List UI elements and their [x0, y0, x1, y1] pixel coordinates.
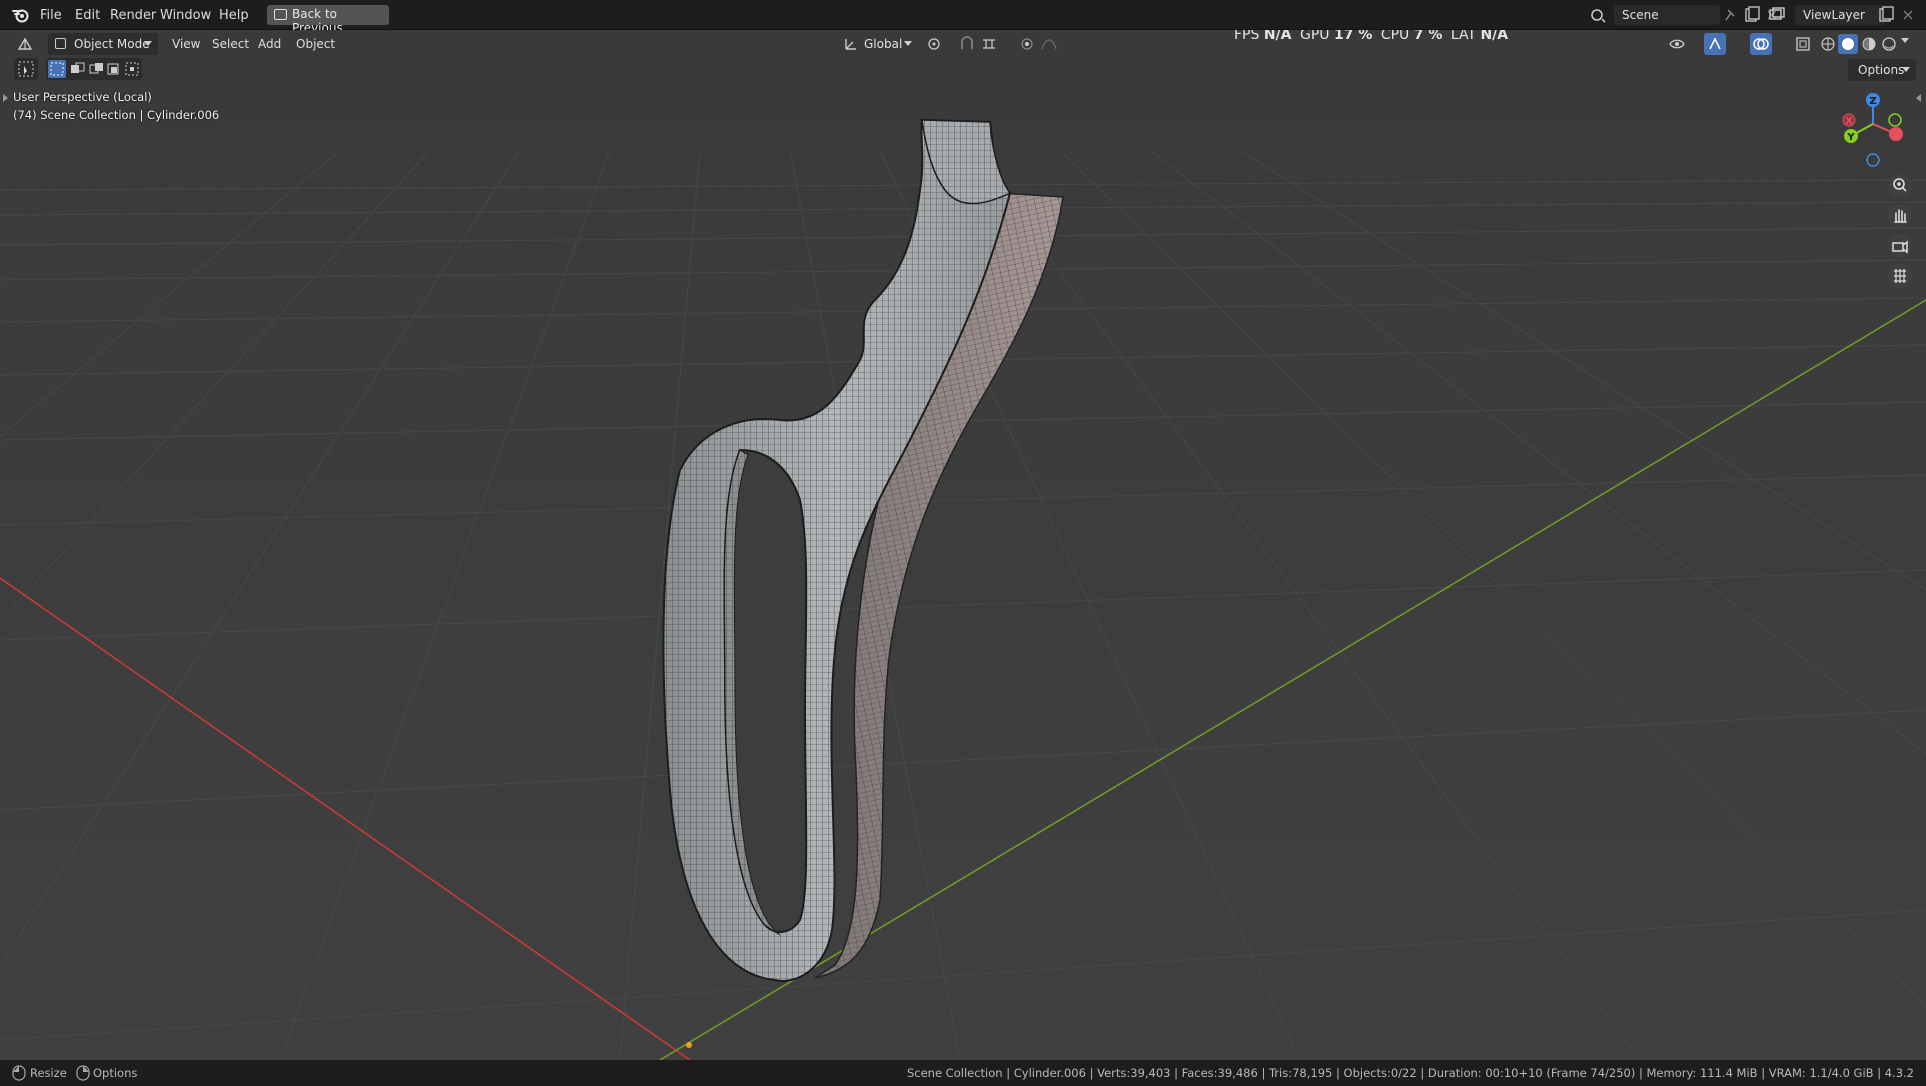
- gizmo-x-label: X: [1845, 116, 1853, 127]
- hand-icon: [1894, 209, 1907, 223]
- collection-info-text: (74) Scene Collection | Cylinder.006: [13, 108, 220, 122]
- editor-type-icon[interactable]: [16, 35, 34, 53]
- cpu-value: 7 %: [1413, 30, 1443, 43]
- view-name-text: User Perspective (Local): [13, 90, 152, 104]
- world-origin-marker: [686, 1042, 692, 1048]
- solid-shading-button[interactable]: [1838, 34, 1858, 54]
- extend-selection-icon[interactable]: [68, 60, 86, 78]
- lat-value: N/A: [1480, 30, 1509, 43]
- back-icon: [274, 9, 287, 20]
- scene-type-icon[interactable]: [1589, 6, 1607, 24]
- fps-label: FPS: [1234, 30, 1260, 43]
- orthographic-toggle-button[interactable]: [1888, 264, 1912, 288]
- mouse-right-icon: [76, 1065, 90, 1081]
- pin-icon[interactable]: [1722, 6, 1740, 24]
- top-menubar: File Edit Render Window Help Back to Pre…: [0, 0, 1926, 35]
- overlays-toggle-button[interactable]: [1750, 33, 1772, 55]
- 3d-viewport[interactable]: Object Mode View Select Add Object Globa…: [0, 30, 1926, 1060]
- fps-value: N/A: [1263, 30, 1292, 43]
- select-tool-button[interactable]: [14, 58, 38, 80]
- orientation-icon: [845, 39, 856, 50]
- new-viewlayer-icon[interactable]: [1877, 6, 1895, 24]
- shading-chevron-down-icon[interactable]: [1901, 38, 1909, 43]
- overlays-icon: [1753, 38, 1769, 50]
- status-hint-options: Options: [93, 1066, 138, 1080]
- set-new-selection-button[interactable]: [48, 60, 66, 78]
- solid-shading-icon: [1842, 38, 1854, 50]
- wireframe-shading-icon[interactable]: [1819, 35, 1837, 53]
- invert-selection-icon[interactable]: [105, 60, 123, 78]
- sidebar-expand-arrow-icon[interactable]: [1916, 94, 1921, 102]
- viewlayer-name-label: ViewLayer: [1803, 8, 1865, 22]
- snap-target-icon[interactable]: [980, 35, 998, 53]
- gizmo-icon: [1709, 37, 1721, 50]
- xray-icon[interactable]: [1794, 35, 1812, 53]
- grid-icon: [1894, 269, 1906, 283]
- back-to-previous-button[interactable]: Back to Previous: [267, 5, 389, 35]
- gizmo-z-neg-handle[interactable]: [1866, 153, 1880, 167]
- camera-icon: [1892, 240, 1908, 254]
- delete-viewlayer-icon[interactable]: [1899, 6, 1917, 24]
- gizmo-y-neg-handle[interactable]: [1888, 113, 1902, 127]
- pan-button[interactable]: [1888, 204, 1912, 228]
- transform-orientation-dropdown[interactable]: Global: [838, 33, 918, 55]
- object-mode-label: Object Mode: [74, 37, 150, 51]
- gizmo-toggle-button[interactable]: [1704, 33, 1726, 55]
- gizmo-z-label: Z: [1869, 96, 1876, 107]
- status-bar: Resize Options Scene Collection | Cylind…: [0, 1060, 1926, 1086]
- gpu-value: 17 %: [1333, 30, 1373, 43]
- chevron-down-icon: [904, 41, 912, 46]
- viewlayer-type-icon[interactable]: [1768, 6, 1786, 24]
- options-label: Options: [1858, 63, 1905, 77]
- scene-canvas: [0, 30, 1926, 1060]
- new-scene-icon[interactable]: [1743, 6, 1761, 24]
- falloff-icon[interactable]: [1040, 35, 1058, 53]
- toolbar-expand-arrow-icon[interactable]: [3, 94, 8, 102]
- blender-logo-icon[interactable]: [12, 7, 30, 23]
- status-hint-resize: Resize: [30, 1066, 67, 1080]
- navigation-gizmo[interactable]: Z X Y: [1835, 88, 1915, 168]
- viewlayer-name-field[interactable]: ViewLayer: [1795, 5, 1885, 25]
- scene-name-label: Scene: [1622, 8, 1659, 22]
- menu-edit[interactable]: Edit: [69, 6, 106, 25]
- perf-stats: FPS N/A GPU 17 % CPU 7 % LAT N/A: [1234, 30, 1508, 43]
- material-shading-icon[interactable]: [1860, 35, 1878, 53]
- mouse-left-icon: [12, 1065, 26, 1081]
- proportional-editing-icon[interactable]: [1018, 35, 1036, 53]
- menu-window[interactable]: Window: [154, 6, 217, 25]
- selection-mode-group: [46, 58, 142, 80]
- new-selection-icon: [50, 62, 64, 76]
- menu-select[interactable]: Select: [206, 35, 255, 53]
- menu-file[interactable]: File: [34, 6, 68, 25]
- scene-statistics: Scene Collection | Cylinder.006 | Verts:…: [906, 1066, 1914, 1080]
- rendered-shading-icon[interactable]: [1880, 35, 1898, 53]
- gizmo-y-label: Y: [1846, 132, 1855, 143]
- object-mode-dropdown[interactable]: Object Mode: [48, 33, 158, 55]
- gizmo-x-neg-handle[interactable]: [1889, 127, 1903, 141]
- menu-add[interactable]: Add: [252, 35, 287, 53]
- viewport-header: Object Mode View Select Add Object Globa…: [0, 30, 1926, 58]
- scene-name-field[interactable]: Scene: [1614, 5, 1720, 25]
- menu-object[interactable]: Object: [290, 35, 341, 53]
- visibility-icon[interactable]: [1668, 35, 1686, 53]
- chevron-down-icon: [144, 41, 152, 46]
- menu-help[interactable]: Help: [213, 6, 255, 25]
- subtract-selection-icon[interactable]: [87, 60, 105, 78]
- intersect-selection-icon[interactable]: [123, 60, 141, 78]
- lat-label: LAT: [1450, 30, 1477, 43]
- gpu-label: GPU: [1299, 30, 1330, 43]
- object-mode-icon: [55, 38, 66, 49]
- snap-icon[interactable]: [958, 35, 976, 53]
- select-box-icon: [18, 61, 34, 77]
- transform-orientation-label: Global: [864, 37, 903, 51]
- zoom-button[interactable]: [1888, 174, 1912, 198]
- chevron-down-icon: [1902, 67, 1910, 72]
- options-dropdown[interactable]: Options: [1848, 59, 1916, 81]
- menu-view[interactable]: View: [166, 35, 206, 53]
- zoom-icon: [1893, 178, 1907, 192]
- cpu-label: CPU: [1380, 30, 1410, 43]
- pivot-point-icon[interactable]: [925, 35, 943, 53]
- camera-view-button[interactable]: [1888, 234, 1912, 258]
